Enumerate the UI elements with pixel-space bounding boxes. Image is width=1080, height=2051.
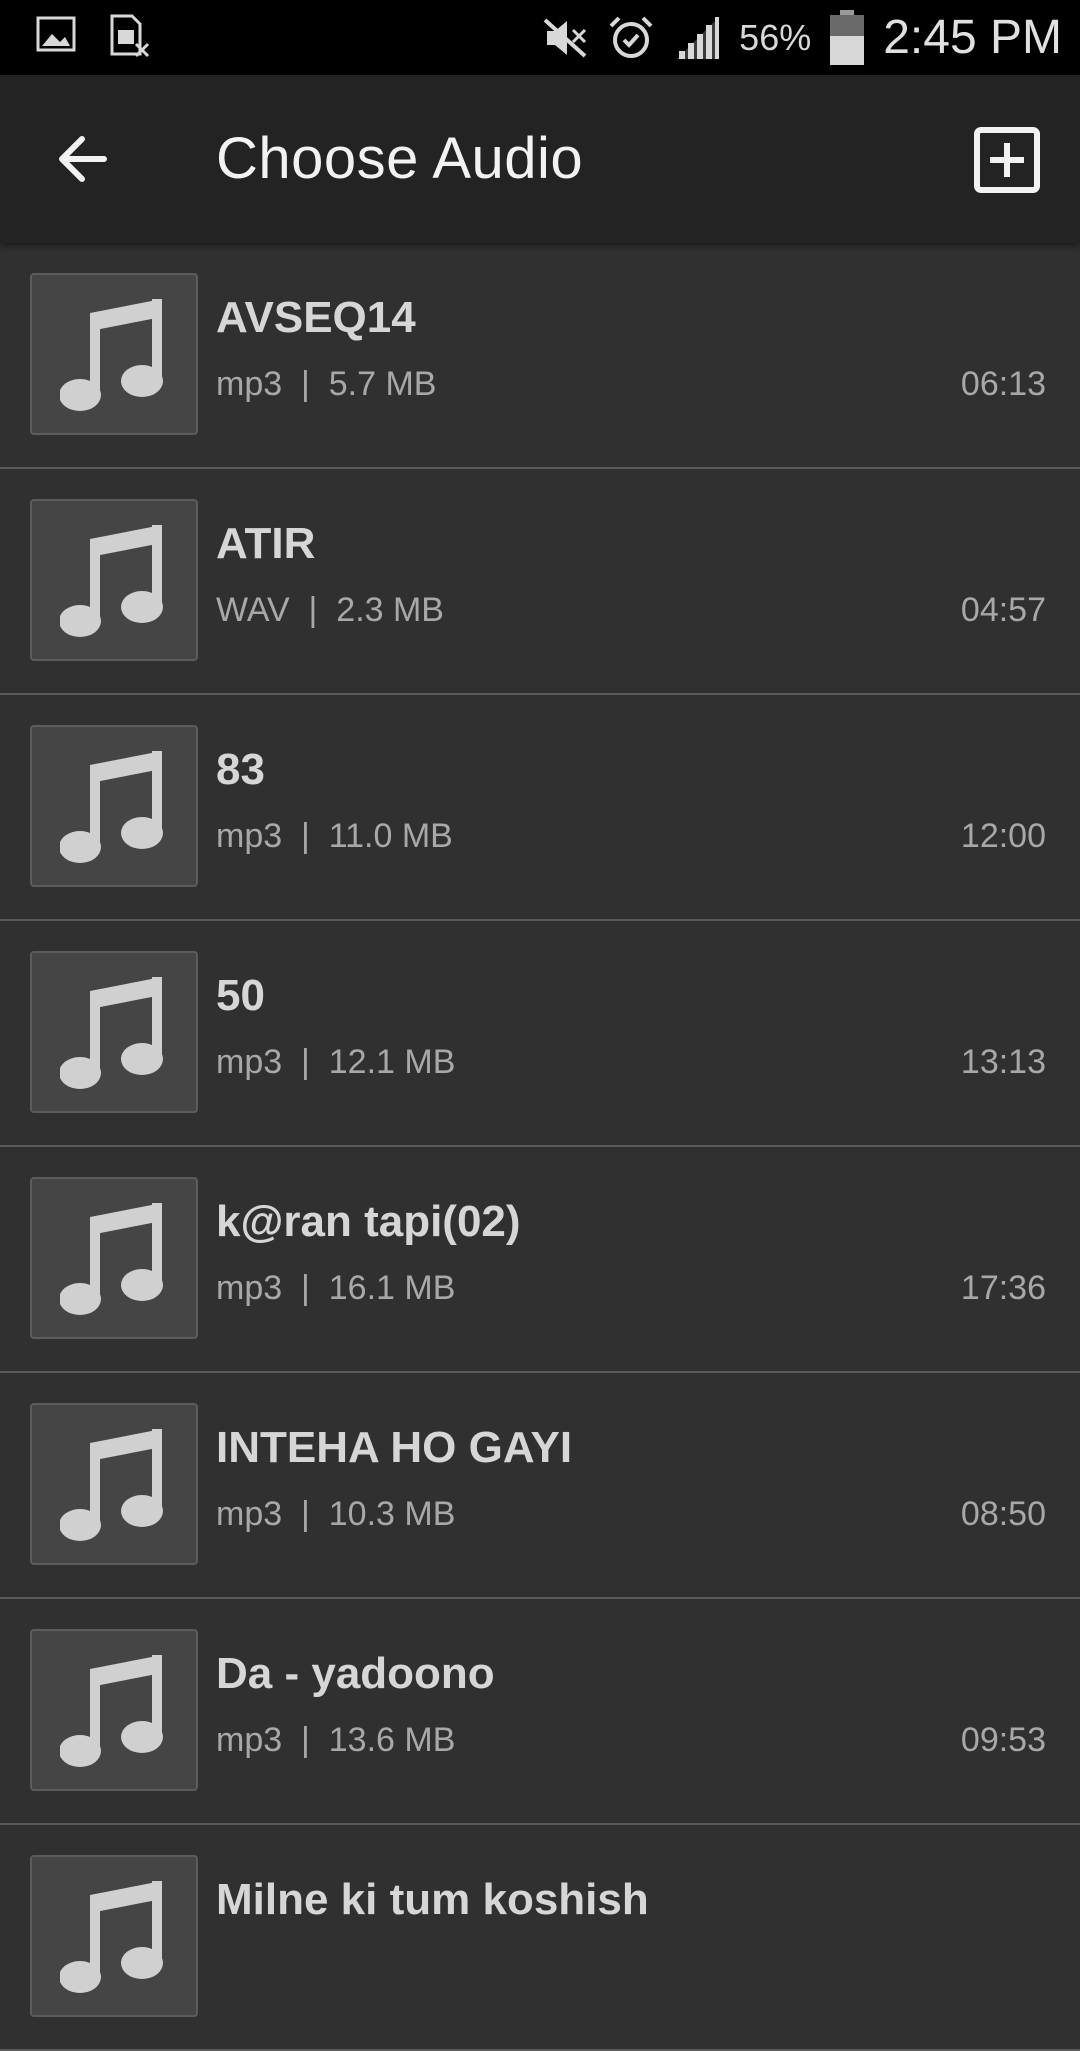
gallery-icon xyxy=(36,14,76,58)
audio-list-item[interactable]: 50 mp3 | 12.1 MB 13:13 xyxy=(0,921,1080,1147)
audio-format-size: mp3 | 12.1 MB xyxy=(216,1043,456,1081)
audio-list-item[interactable]: Milne ki tum koshish xyxy=(0,1825,1080,2051)
audio-title: 83 xyxy=(216,745,265,794)
music-note-icon xyxy=(60,525,163,637)
audio-list-item[interactable]: 83 mp3 | 11.0 MB 12:00 xyxy=(0,695,1080,921)
audio-thumbnail xyxy=(30,273,198,435)
audio-title: INTEHA HO GAYI xyxy=(216,1423,573,1472)
audio-format-size: mp3 | 13.6 MB xyxy=(216,1721,456,1759)
status-bar: 56% 2:45 PM xyxy=(0,0,1080,75)
audio-format-size: mp3 | 16.1 MB xyxy=(216,1269,456,1307)
audio-format-size: mp3 | 10.3 MB xyxy=(216,1495,456,1533)
battery-icon xyxy=(829,9,865,66)
audio-duration: 13:13 xyxy=(960,1043,1046,1081)
audio-list-item[interactable]: ATIR WAV | 2.3 MB 04:57 xyxy=(0,469,1080,695)
audio-thumbnail xyxy=(30,725,198,887)
audio-duration: 09:53 xyxy=(960,1721,1046,1759)
audio-thumbnail xyxy=(30,1629,198,1791)
sim-error-icon xyxy=(106,14,150,58)
audio-list: AVSEQ14 mp3 | 5.7 MB 06:13 ATIR WAV | 2.… xyxy=(0,243,1080,2051)
add-box-icon xyxy=(974,127,1040,193)
audio-thumbnail xyxy=(30,1855,198,2017)
clock: 2:45 PM xyxy=(883,11,1062,64)
music-note-icon xyxy=(60,1429,163,1541)
audio-title: Da - yadoono xyxy=(216,1649,495,1698)
back-button[interactable] xyxy=(50,129,120,189)
audio-title: 50 xyxy=(216,971,265,1020)
audio-format-size: mp3 | 11.0 MB xyxy=(216,817,453,855)
audio-list-item[interactable]: Da - yadoono mp3 | 13.6 MB 09:53 xyxy=(0,1599,1080,1825)
audio-thumbnail xyxy=(30,1177,198,1339)
mute-icon xyxy=(541,16,589,60)
arrow-left-icon xyxy=(59,136,107,182)
music-note-icon xyxy=(60,977,163,1089)
audio-list-item[interactable]: INTEHA HO GAYI mp3 | 10.3 MB 08:50 xyxy=(0,1373,1080,1599)
audio-list-item[interactable]: AVSEQ14 mp3 | 5.7 MB 06:13 xyxy=(0,243,1080,469)
battery-percent: 56% xyxy=(739,16,812,58)
audio-duration: 06:13 xyxy=(960,365,1046,403)
audio-duration: 04:57 xyxy=(960,591,1046,629)
audio-thumbnail xyxy=(30,499,198,661)
audio-list-item[interactable]: k@ran tapi(02) mp3 | 16.1 MB 17:36 xyxy=(0,1147,1080,1373)
audio-duration: 17:36 xyxy=(960,1269,1046,1307)
music-note-icon xyxy=(60,751,163,863)
page-title: Choose Audio xyxy=(216,126,584,191)
alarm-icon xyxy=(607,14,655,62)
audio-format-size: WAV | 2.3 MB xyxy=(216,591,444,629)
audio-format-size: mp3 | 5.7 MB xyxy=(216,365,437,403)
audio-thumbnail xyxy=(30,1403,198,1565)
music-note-icon xyxy=(60,1655,163,1767)
audio-thumbnail xyxy=(30,951,198,1113)
music-note-icon xyxy=(60,299,163,411)
signal-icon xyxy=(673,15,721,61)
music-note-icon xyxy=(60,1203,163,1315)
music-note-icon xyxy=(60,1881,163,1993)
audio-title: k@ran tapi(02) xyxy=(216,1197,521,1246)
add-audio-button[interactable] xyxy=(972,125,1042,195)
audio-title: Milne ki tum koshish xyxy=(216,1875,649,1924)
audio-duration: 08:50 xyxy=(960,1495,1046,1533)
audio-duration: 12:00 xyxy=(960,817,1046,855)
app-bar: Choose Audio xyxy=(0,75,1080,243)
audio-title: ATIR xyxy=(216,519,316,568)
audio-title: AVSEQ14 xyxy=(216,293,416,342)
